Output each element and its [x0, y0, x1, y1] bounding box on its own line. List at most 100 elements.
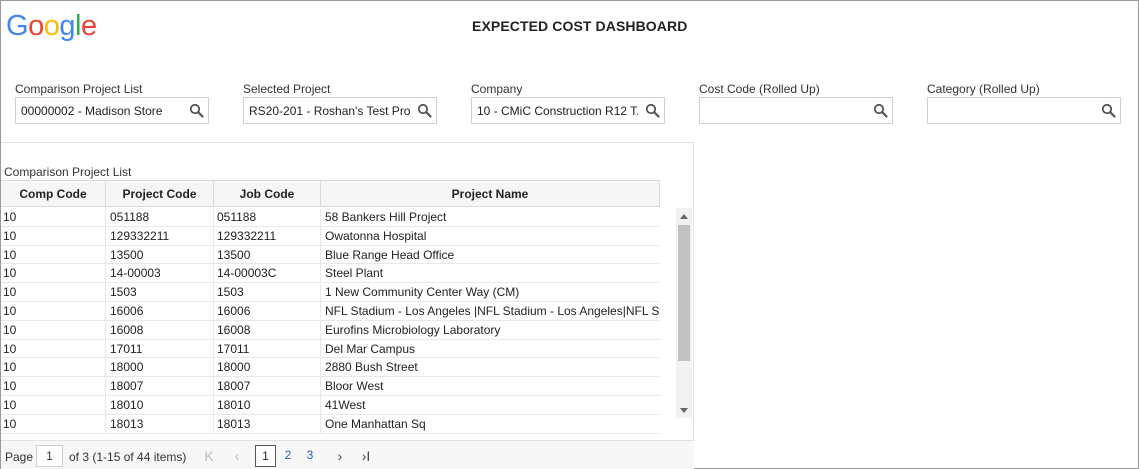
window-frame: Google EXPECTED COST DASHBOARD Compariso…: [0, 0, 1139, 469]
filter-label: Category (Rolled Up): [927, 82, 1040, 96]
grid-pager: Page 1 of 3 (1-15 of 44 items) K ‹ 1 2 3…: [1, 440, 694, 469]
filter-value: 10 - CMiC Construction R12 T...: [477, 104, 638, 118]
cell-job-code: 14-00003C: [214, 264, 321, 283]
cell-job-code: 18010: [214, 395, 321, 414]
search-icon[interactable]: [189, 103, 204, 118]
cell-job-code: 051188: [214, 208, 321, 226]
filter-label: Company: [471, 82, 523, 96]
cell-project-name: Del Mar Campus: [325, 341, 416, 356]
cell-job-code: 17011: [214, 339, 321, 358]
table-row[interactable]: 10 18000 18000 2880 Bush Street: [1, 358, 660, 378]
filter-value: RS20-201 - Roshan's Test Proj...: [249, 104, 410, 118]
selected-project-input[interactable]: RS20-201 - Roshan's Test Proj...: [243, 97, 437, 124]
cell-comp-code: 10: [1, 226, 106, 245]
comparison-project-grid: Comparison Project List Comp Code Projec…: [1, 142, 694, 469]
cell-project-code: 17011: [106, 339, 214, 358]
cell-project-code: 129332211: [106, 226, 214, 245]
filter-value: 00000002 - Madison Store: [21, 104, 163, 118]
next-page-icon[interactable]: ›: [332, 446, 348, 466]
cell-project-code: 1503: [106, 283, 214, 302]
scroll-up-arrow-icon[interactable]: [680, 214, 688, 219]
cell-project-name: Steel Plant: [325, 266, 384, 281]
filter-label: Selected Project: [243, 82, 331, 96]
column-header-project-code[interactable]: Project Code: [106, 181, 214, 207]
search-icon[interactable]: [1101, 103, 1116, 118]
cell-job-code: 129332211: [214, 226, 321, 245]
cell-comp-code: 10: [1, 395, 106, 414]
cell-comp-code: 10: [1, 377, 106, 396]
cell-comp-code: 10: [1, 264, 106, 283]
table-row[interactable]: 10 129332211 129332211 Owatonna Hospital: [1, 226, 660, 246]
cell-project-name: 41West: [325, 397, 366, 412]
prev-page-icon[interactable]: ‹: [229, 446, 245, 466]
column-header-job-code[interactable]: Job Code: [214, 181, 321, 207]
table-row[interactable]: 10 14-00003 14-00003C Steel Plant: [1, 264, 660, 284]
cell-project-code: 16006: [106, 301, 214, 320]
cell-project-code: 18007: [106, 377, 214, 396]
search-icon[interactable]: [417, 103, 432, 118]
pager-page-label: Page: [5, 450, 34, 464]
cell-comp-code: 10: [1, 320, 106, 339]
grid-body: 10 051188 051188 58 Bankers Hill Project 10…: [1, 208, 660, 440]
table-row[interactable]: 10 13500 13500 Blue Range Head Office: [1, 245, 660, 265]
cell-project-name: 58 Bankers Hill Project: [325, 210, 447, 224]
cell-comp-code: 10: [1, 301, 106, 320]
cell-project-code: 13500: [106, 245, 214, 264]
cell-job-code: 16008: [214, 320, 321, 339]
filter-selected-project: Selected Project RS20-201 - Roshan's Tes…: [243, 82, 437, 124]
category-input[interactable]: [927, 97, 1121, 124]
cell-project-name: Eurofins Microbiology Laboratory: [325, 322, 501, 337]
dashboard-title: EXPECTED COST DASHBOARD: [472, 18, 688, 34]
cell-project-code: 18013: [106, 414, 214, 433]
search-icon[interactable]: [645, 103, 660, 118]
cell-comp-code: 10: [1, 414, 106, 433]
cost-code-input[interactable]: [699, 97, 893, 124]
cell-comp-code: 10: [1, 208, 106, 226]
column-header-project-name[interactable]: Project Name: [321, 181, 660, 207]
filter-label: Comparison Project List: [15, 82, 143, 96]
pager-page-3[interactable]: 3: [303, 445, 317, 467]
filter-company: Company 10 - CMiC Construction R12 T...: [471, 82, 665, 124]
column-header-comp-code[interactable]: Comp Code: [1, 181, 106, 207]
grid-vertical-scrollbar[interactable]: [676, 208, 692, 418]
cell-project-name: Owatonna Hospital: [325, 228, 427, 243]
comparison-project-input[interactable]: 00000002 - Madison Store: [15, 97, 209, 124]
logo-letter-1: G: [6, 10, 29, 42]
cell-project-name: 2880 Bush Street: [325, 360, 418, 375]
logo-letter-3: o: [43, 10, 60, 42]
pager-page-2[interactable]: 2: [281, 445, 295, 467]
logo-letter-4: g: [59, 10, 75, 42]
filter-category: Category (Rolled Up): [927, 82, 1121, 124]
table-row[interactable]: 10 18007 18007 Bloor West: [1, 377, 660, 396]
table-row[interactable]: 10 051188 051188 58 Bankers Hill Project: [1, 208, 660, 227]
google-logo: Google: [6, 9, 97, 43]
table-row[interactable]: 10 18010 18010 41West: [1, 395, 660, 415]
cell-comp-code: 10: [1, 283, 106, 302]
cell-project-name: 1 New Community Center Way (CM): [325, 285, 520, 300]
table-row[interactable]: 10 17011 17011 Del Mar Campus: [1, 339, 660, 359]
cell-project-code: 18010: [106, 395, 214, 414]
cell-comp-code: 10: [1, 339, 106, 358]
table-row[interactable]: 10 16008 16008 Eurofins Microbiology Labora…: [1, 320, 660, 340]
scroll-down-arrow-icon[interactable]: [680, 408, 688, 413]
search-icon[interactable]: [873, 103, 888, 118]
cell-project-code: 14-00003: [106, 264, 214, 283]
table-row[interactable]: 10 18013 18013 One Manhattan Sq: [1, 414, 660, 434]
pager-page-input[interactable]: 1: [36, 445, 63, 467]
cell-project-name: Bloor West: [325, 379, 384, 394]
filter-label: Cost Code (Rolled Up): [699, 82, 820, 96]
company-input[interactable]: 10 - CMiC Construction R12 T...: [471, 97, 665, 124]
filter-cost-code: Cost Code (Rolled Up): [699, 82, 893, 124]
cell-project-code: 16008: [106, 320, 214, 339]
scrollbar-thumb[interactable]: [678, 225, 690, 361]
cell-job-code: 18007: [214, 377, 321, 396]
table-row[interactable]: 10 16006 16006 NFL Stadium - Los Angeles |N…: [1, 301, 660, 321]
first-page-icon[interactable]: K: [201, 446, 217, 466]
pager-page-1[interactable]: 1: [255, 445, 276, 467]
cell-comp-code: 10: [1, 245, 106, 264]
grid-caption: Comparison Project List: [4, 165, 132, 179]
table-row[interactable]: 10 1503 1503 1 New Community Center Way (CM…: [1, 283, 660, 302]
last-page-icon[interactable]: ›I: [358, 446, 374, 466]
cell-job-code: 18000: [214, 358, 321, 377]
cell-project-name: One Manhattan Sq: [325, 416, 426, 431]
